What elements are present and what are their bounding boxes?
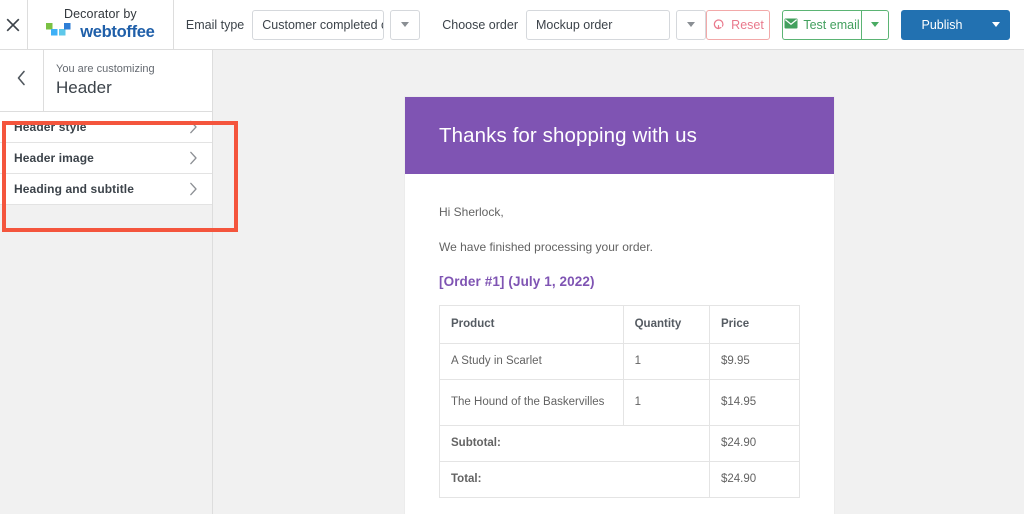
table-row: A Study in Scarlet 1 $9.95 [439,343,801,380]
sidebar-item-header-style[interactable]: Header style [0,112,212,143]
column-header-product: Product [439,305,624,344]
test-email-split-button: Test email [782,9,889,40]
sidebar-header: You are customizing Header [0,50,212,112]
publish-split-button: Publish [901,9,1010,40]
choose-order-field: Choose order Mockup order [442,9,706,40]
choose-order-label: Choose order [442,17,518,32]
sidebar-item-label: Heading and subtitle [14,182,135,196]
sidebar-section-title: Header [56,78,112,97]
envelope-icon [784,18,798,32]
reset-button-label: Reset [731,17,764,32]
sidebar-item-heading-and-subtitle[interactable]: Heading and subtitle [0,174,212,205]
chevron-left-icon [16,70,27,91]
cell-product: A Study in Scarlet [439,343,624,380]
brand-tagline: Decorator by [64,6,137,21]
brand-name: webtoffee [80,23,155,41]
email-type-label: Email type [185,17,245,32]
cell-price: $9.95 [708,343,801,380]
email-header-title: Thanks for shopping with us [439,123,697,147]
chevron-right-icon [189,151,198,165]
publish-button[interactable]: Publish [901,9,982,40]
publish-button-label: Publish [921,17,963,32]
top-bar: Decorator by webtoffee Email type Custom [0,0,1024,50]
email-type-dropdown-toggle[interactable] [390,9,421,40]
close-button[interactable] [0,0,28,49]
sidebar-item-header-image[interactable]: Header image [0,143,212,174]
customizer-sidebar: You are customizing Header Header style … [0,50,213,514]
sidebar-back-button[interactable] [0,50,44,111]
sidebar-section-list: Header style Header image Heading and su… [0,112,212,205]
column-header-price: Price [708,305,801,344]
webtoffee-mark-icon [46,22,76,43]
table-row: The Hound of the Baskervilles 1 $14.95 [439,379,801,426]
close-icon [6,18,20,32]
customizer-window: Decorator by webtoffee Email type Custom [0,0,1024,514]
cell-product: The Hound of the Baskervilles [439,379,624,426]
sidebar-title-block: You are customizing Header [44,50,212,111]
email-body: Hi Sherlock, We have finished processing… [405,174,834,514]
email-intro-text: We have finished processing your order. [439,240,653,254]
email-preview: Thanks for shopping with us Hi Sherlock,… [405,97,834,514]
email-greeting: Hi Sherlock, [439,205,504,219]
test-email-label: Test email [803,17,860,32]
cell-price: $14.95 [708,379,801,426]
cell-total-label: Total: [439,461,710,498]
email-header-banner: Thanks for shopping with us [405,97,834,174]
test-email-button[interactable]: Test email [782,9,861,40]
undo-icon [712,17,725,33]
chevron-down-icon [992,22,1000,27]
toolbar: Email type Customer completed or... Choo… [173,0,1024,49]
choose-order-dropdown-toggle[interactable] [676,9,706,40]
chevron-down-icon [687,22,695,27]
chevron-down-icon [871,22,879,27]
column-header-quantity: Quantity [622,305,710,344]
cell-subtotal-value: $24.90 [708,425,801,462]
table-row-total: Total: $24.90 [439,461,801,498]
cell-subtotal-label: Subtotal: [439,425,710,462]
sidebar-item-label: Header style [14,120,87,134]
chevron-down-icon [401,22,410,27]
email-order-line: [Order #1] (July 1, 2022) [439,274,595,289]
sidebar-eyebrow: You are customizing [56,63,155,75]
brand-logo: Decorator by webtoffee [27,0,174,49]
choose-order-select[interactable]: Mockup order [526,9,670,40]
test-email-dropdown-toggle[interactable] [861,9,889,40]
cell-total-value: $24.90 [708,461,801,498]
reset-button[interactable]: Reset [706,9,770,40]
publish-dropdown-toggle[interactable] [982,9,1010,40]
table-row-subtotal: Subtotal: $24.90 [439,425,801,462]
sidebar-list-end [0,205,212,217]
email-preview-area: Thanks for shopping with us Hi Sherlock,… [214,50,1024,514]
sidebar-item-label: Header image [14,151,94,165]
chevron-right-icon [189,182,198,196]
cell-quantity: 1 [622,379,710,426]
order-items-table: Product Quantity Price A Study in Scarle… [439,305,801,498]
email-type-select[interactable]: Customer completed or... [252,9,385,40]
table-header-row: Product Quantity Price [439,305,801,344]
chevron-right-icon [189,120,198,134]
email-type-field: Email type Customer completed or... [185,9,421,40]
cell-quantity: 1 [622,343,710,380]
